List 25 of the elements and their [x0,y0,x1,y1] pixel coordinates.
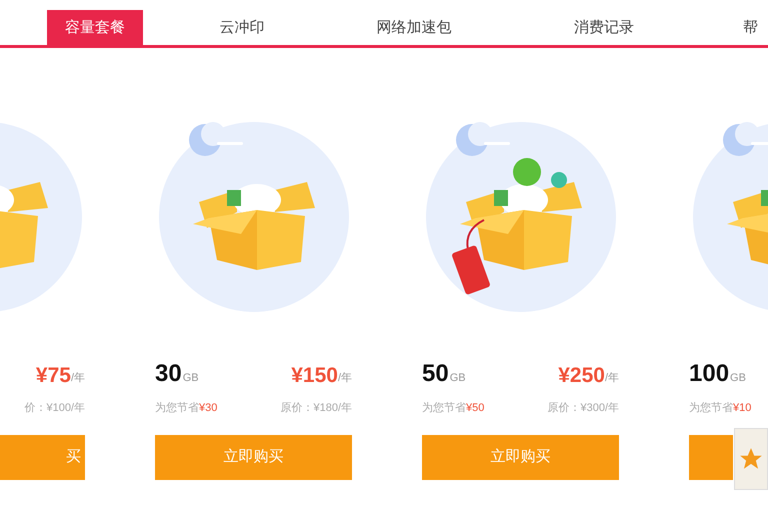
capacity-unit: GB [182,370,199,386]
capacity-value: 50 [422,362,449,386]
price-value: ¥250 [558,365,605,386]
buy-button[interactable] [689,435,733,480]
capacity-value: 100 [689,362,730,386]
capacity-unit: GB [450,370,466,386]
floating-widget[interactable] [734,428,768,490]
savings-text: 为您节省¥50 [422,400,484,416]
savings-text: 为您节省¥30 [155,400,218,416]
tab[interactable]: 云冲印 [216,10,268,46]
capacity-value: 30 [155,362,182,386]
price-period: /年 [70,370,85,386]
original-price: 原价：¥180/年 [280,400,352,416]
tab[interactable]: 帮 [739,10,762,46]
price-period: /年 [338,370,352,386]
price-value: ¥75 [36,365,71,386]
tab[interactable]: 容量套餐 [47,10,143,46]
tab[interactable]: 消费记录 [570,10,638,46]
original-price: 价：¥100/年 [24,400,85,416]
capacity-unit: GB [730,370,746,386]
price-value: ¥150 [291,365,338,386]
original-price: 原价：¥300/年 [547,400,619,416]
price-period: /年 [604,370,619,386]
savings-text: 为您节省¥10 [689,400,752,416]
tab[interactable]: 网络加速包 [372,10,456,46]
